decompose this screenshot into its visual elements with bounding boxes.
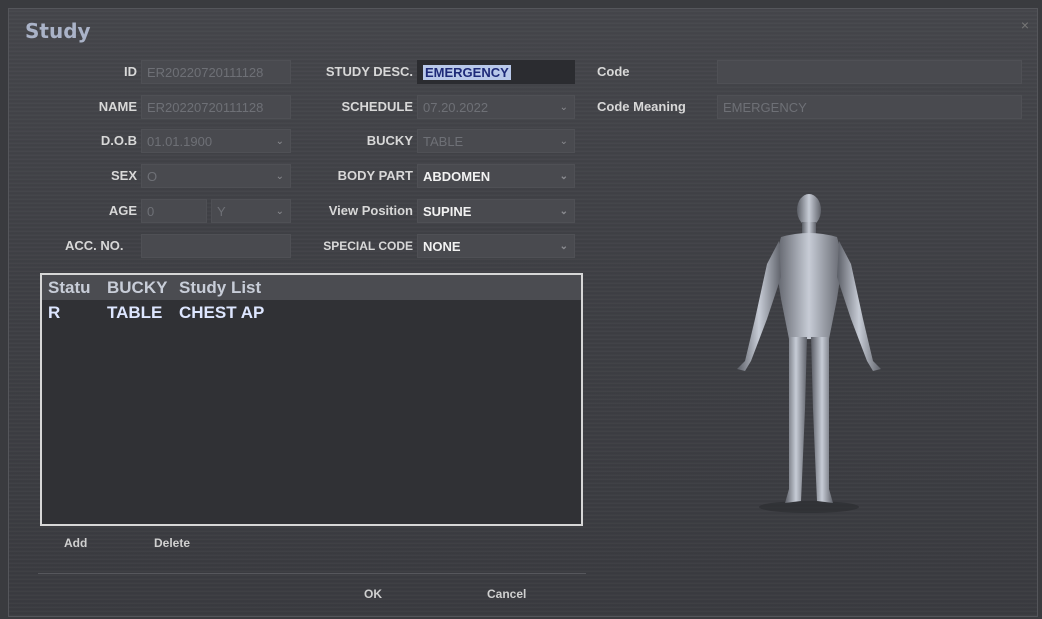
age-unit-select[interactable]: Y ⌄	[211, 199, 291, 223]
age-label: AGE	[108, 203, 137, 218]
chevron-down-icon: ⌄	[275, 171, 284, 182]
divider	[38, 573, 586, 574]
schedule-value: 07.20.2022	[423, 100, 489, 115]
study-dialog: Study × ID ER20220720111128 NAME ER20220…	[8, 8, 1038, 617]
column-header-study-list[interactable]: Study List	[179, 278, 581, 298]
view-position-value: SUPINE	[423, 204, 472, 219]
row-study: CHEST AP	[179, 303, 265, 322]
chevron-down-icon: ⌄	[275, 136, 284, 147]
sex-label: SEX	[110, 168, 137, 183]
body-part-label: BODY PART	[337, 168, 413, 183]
age-unit-value: Y	[217, 204, 226, 219]
row-bucky: TABLE	[107, 303, 163, 322]
column-header-bucky[interactable]: BUCKY	[105, 278, 179, 298]
bucky-label: BUCKY	[366, 133, 413, 148]
special-code-select[interactable]: NONE ⌄	[417, 234, 575, 258]
chevron-down-icon: ⌄	[559, 136, 568, 147]
table-row[interactable]: R TABLE CHEST AP	[42, 300, 581, 326]
add-button[interactable]: Add	[64, 536, 87, 550]
dob-value: 01.01.1900	[147, 134, 213, 149]
code-meaning-field[interactable]: EMERGENCY	[717, 95, 1022, 119]
bucky-value: TABLE	[423, 134, 464, 149]
view-position-select[interactable]: SUPINE ⌄	[417, 199, 575, 223]
id-field[interactable]: ER20220720111128	[141, 60, 291, 84]
code-field[interactable]	[717, 60, 1022, 84]
name-label: NAME	[98, 99, 137, 114]
body-part-select[interactable]: ABDOMEN ⌄	[417, 164, 575, 188]
chevron-down-icon: ⌄	[559, 102, 568, 113]
body-part-value: ABDOMEN	[423, 169, 491, 184]
ok-button[interactable]: OK	[364, 587, 382, 601]
bucky-select[interactable]: TABLE ⌄	[417, 129, 575, 153]
name-field[interactable]: ER20220720111128	[141, 95, 291, 119]
study-desc-label: STUDY DESC.	[325, 64, 413, 79]
special-code-value: NONE	[423, 239, 461, 254]
chevron-down-icon: ⌄	[559, 206, 568, 217]
special-code-label: SPECIAL CODE	[323, 239, 413, 253]
dialog-title: Study	[25, 19, 91, 43]
study-desc-value: EMERGENCY	[423, 65, 511, 80]
chevron-down-icon: ⌄	[559, 171, 568, 182]
id-label: ID	[124, 64, 137, 79]
view-position-label: View Position	[328, 203, 413, 218]
acc-label: ACC. NO.	[65, 238, 124, 253]
study-desc-field[interactable]: EMERGENCY	[417, 60, 575, 84]
code-label: Code	[597, 64, 630, 79]
dob-select[interactable]: 01.01.1900 ⌄	[141, 129, 291, 153]
age-field[interactable]: 0	[141, 199, 207, 223]
dob-label: D.O.B	[100, 133, 137, 148]
study-list-table[interactable]: Statu BUCKY Study List R TABLE CHEST AP	[40, 273, 583, 526]
chevron-down-icon: ⌄	[559, 241, 568, 252]
code-meaning-label: Code Meaning	[597, 99, 686, 114]
column-header-status[interactable]: Statu	[42, 278, 105, 298]
schedule-select[interactable]: 07.20.2022 ⌄	[417, 95, 575, 119]
study-list-header: Statu BUCKY Study List	[42, 275, 581, 300]
close-icon[interactable]: ×	[1021, 17, 1029, 33]
sex-value: O	[147, 169, 158, 184]
cancel-button[interactable]: Cancel	[487, 587, 526, 601]
acc-field[interactable]	[141, 234, 291, 258]
schedule-label: SCHEDULE	[341, 99, 413, 114]
human-body-icon	[737, 194, 881, 513]
row-status: R	[48, 303, 61, 322]
sex-select[interactable]: O ⌄	[141, 164, 291, 188]
delete-button[interactable]: Delete	[154, 536, 190, 550]
chevron-down-icon: ⌄	[275, 206, 284, 217]
